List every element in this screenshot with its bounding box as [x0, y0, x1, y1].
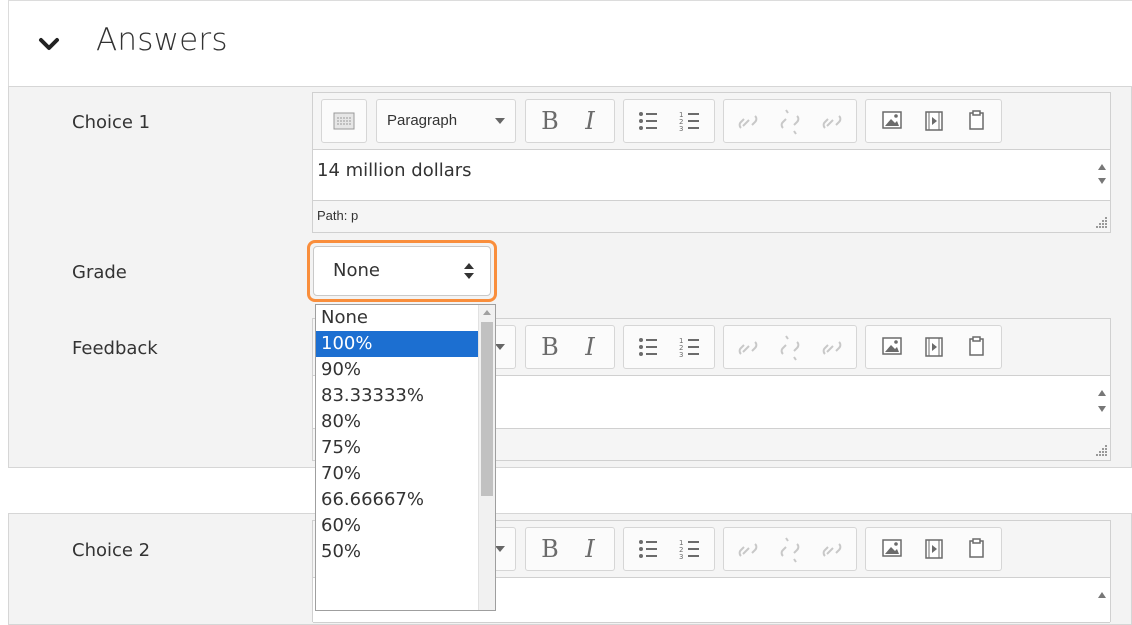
- anchor-link-icon[interactable]: [814, 528, 852, 570]
- link-group: [723, 99, 857, 143]
- choice-1-content-text: 14 million dollars: [317, 160, 472, 181]
- link-group: [723, 325, 857, 369]
- scroll-up-arrow-icon[interactable]: [483, 310, 491, 315]
- grade-option[interactable]: 75%: [316, 435, 478, 461]
- bold-icon[interactable]: B: [532, 326, 568, 368]
- scroll-up-icon[interactable]: [1098, 390, 1106, 396]
- italic-icon[interactable]: I: [572, 100, 608, 142]
- media-icon[interactable]: [914, 326, 954, 368]
- italic-icon[interactable]: I: [572, 528, 608, 570]
- link-icon[interactable]: [730, 326, 768, 368]
- manage-files-icon[interactable]: [956, 528, 996, 570]
- list-group: 123: [623, 325, 715, 369]
- svg-text:3: 3: [679, 125, 683, 133]
- svg-text:3: 3: [679, 351, 683, 359]
- keyboard-icon: [333, 112, 355, 130]
- link-group: [723, 527, 857, 571]
- chevron-down-icon[interactable]: [38, 33, 60, 55]
- media-icon[interactable]: [914, 528, 954, 570]
- link-icon[interactable]: [730, 100, 768, 142]
- link-icon[interactable]: [730, 528, 768, 570]
- scrollbar-thumb[interactable]: [481, 322, 493, 496]
- list-group: 123: [623, 99, 715, 143]
- resize-grip-icon[interactable]: [1094, 443, 1108, 457]
- anchor-link-icon[interactable]: [814, 100, 852, 142]
- manage-files-icon[interactable]: [956, 326, 996, 368]
- path-text: Path: p: [317, 208, 359, 223]
- bold-icon[interactable]: B: [532, 528, 568, 570]
- dropdown-arrow-icon: [495, 546, 505, 552]
- scroll-down-icon[interactable]: [1098, 178, 1106, 184]
- manage-files-icon[interactable]: [956, 100, 996, 142]
- bullet-list-icon[interactable]: [630, 100, 666, 142]
- scroll-up-icon[interactable]: [1098, 592, 1106, 598]
- choice-1-content-area[interactable]: 14 million dollars: [313, 150, 1110, 201]
- bullet-list-icon[interactable]: [630, 326, 666, 368]
- numbered-list-icon[interactable]: 123: [672, 326, 708, 368]
- unlink-icon[interactable]: [772, 528, 810, 570]
- section-title[interactable]: Answers: [96, 22, 228, 58]
- grade-option[interactable]: 60%: [316, 513, 478, 539]
- choice-2-label: Choice 2: [72, 540, 151, 561]
- grade-option[interactable]: 50%: [316, 539, 478, 565]
- format-group: B I: [525, 325, 615, 369]
- image-icon[interactable]: [872, 528, 912, 570]
- grade-dropdown-list[interactable]: None 100% 90% 83.33333% 80% 75% 70% 66.66667% 60…: [315, 304, 496, 611]
- grade-option[interactable]: 100%: [316, 331, 478, 357]
- grade-select-value: None: [333, 260, 380, 281]
- media-icon[interactable]: [914, 100, 954, 142]
- format-group: B I: [525, 99, 615, 143]
- image-icon[interactable]: [872, 326, 912, 368]
- choice-1-editor: Paragraph B I 123 14 million dollars Pat…: [312, 92, 1111, 233]
- format-group: B I: [525, 527, 615, 571]
- paragraph-select[interactable]: Paragraph: [376, 99, 516, 143]
- bold-icon[interactable]: B: [532, 100, 568, 142]
- numbered-list-icon[interactable]: 123: [672, 528, 708, 570]
- grade-select[interactable]: None: [313, 246, 491, 296]
- editor-toolbar: Paragraph B I 123: [313, 93, 1110, 150]
- toolbar-toggle-button[interactable]: [321, 99, 367, 143]
- unlink-icon[interactable]: [772, 326, 810, 368]
- media-group: [865, 99, 1002, 143]
- image-icon[interactable]: [872, 100, 912, 142]
- media-group: [865, 325, 1002, 369]
- grade-option[interactable]: 83.33333%: [316, 383, 478, 409]
- grade-option[interactable]: 90%: [316, 357, 478, 383]
- choice-1-label: Choice 1: [72, 112, 151, 133]
- grade-option[interactable]: 66.66667%: [316, 487, 478, 513]
- dropdown-arrow-icon: [495, 344, 505, 350]
- grade-option[interactable]: 70%: [316, 461, 478, 487]
- feedback-label: Feedback: [72, 338, 158, 359]
- dropdown-arrow-icon: [495, 118, 505, 124]
- grade-option-list: None 100% 90% 83.33333% 80% 75% 70% 66.66667% 60…: [316, 305, 478, 565]
- dropdown-scrollbar[interactable]: [478, 305, 495, 610]
- bullet-list-icon[interactable]: [630, 528, 666, 570]
- section-left-border: [8, 0, 9, 90]
- grade-option[interactable]: 80%: [316, 409, 478, 435]
- section-top-border: [8, 0, 1132, 1]
- scroll-up-icon[interactable]: [1098, 164, 1106, 170]
- grade-option[interactable]: None: [316, 305, 478, 331]
- grade-label: Grade: [72, 262, 127, 283]
- numbered-list-icon[interactable]: 123: [672, 100, 708, 142]
- svg-text:3: 3: [679, 553, 683, 561]
- unlink-icon[interactable]: [772, 100, 810, 142]
- sort-caret-icon: [464, 263, 474, 279]
- path-bar: Path: p: [313, 201, 1110, 231]
- resize-grip-icon[interactable]: [1094, 215, 1108, 229]
- media-group: [865, 527, 1002, 571]
- italic-icon[interactable]: I: [572, 326, 608, 368]
- list-group: 123: [623, 527, 715, 571]
- paragraph-select-label: Paragraph: [387, 112, 458, 129]
- anchor-link-icon[interactable]: [814, 326, 852, 368]
- scroll-down-icon[interactable]: [1098, 406, 1106, 412]
